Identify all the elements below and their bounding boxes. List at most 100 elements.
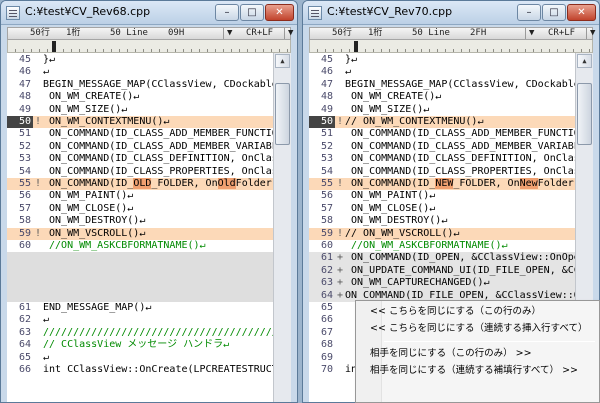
code-line[interactable]: 56 ON_WM_PAINT()↵ — [7, 190, 273, 202]
code-line[interactable]: 60 //ON_WM_ASKCBFORMATNAME()↵ — [7, 240, 273, 252]
code-line[interactable]: 49 ON_WM_SIZE()↵ — [309, 104, 575, 116]
status-eol[interactable]: CR+LF — [548, 28, 575, 39]
code-line[interactable]: 65 ↵ — [7, 352, 273, 364]
code-line[interactable]: 52 ON_COMMAND(ID_CLASS_ADD_MEMBER_VARIAB… — [7, 141, 273, 153]
eol-dropdown-icon[interactable]: ▼ — [586, 28, 595, 39]
maximize-button[interactable]: □ — [240, 4, 264, 21]
code-line[interactable]: 51 ON_COMMAND(ID_CLASS_ADD_MEMBER_FUNCTI… — [7, 128, 273, 140]
minimize-button[interactable]: – — [517, 4, 541, 21]
line-number: 45 — [320, 54, 333, 65]
code-line[interactable]: 50! ON_WM_CONTEXTMENU()↵ — [7, 116, 273, 129]
line-number: 48 — [18, 91, 31, 103]
code-line[interactable] — [7, 289, 273, 302]
right-status-bar: 50行 1桁 50 Line 2FH ▼ CR+LF ▼ — [309, 27, 595, 40]
line-number: 64 — [320, 289, 333, 301]
line-number: 69 — [320, 351, 333, 363]
minimize-button[interactable]: – — [215, 4, 239, 21]
code-text: Folder)↵ — [235, 178, 273, 189]
code-line[interactable]: 46 ↵ — [7, 66, 273, 78]
line-number: 62 — [18, 314, 31, 326]
code-line[interactable]: 50!// ON_WM_CONTEXTMENU()↵ — [309, 116, 575, 129]
ruler-cursor — [52, 41, 56, 52]
code-line[interactable]: 62 ↵ — [7, 314, 273, 326]
code-line[interactable]: 59! ON_WM_VSCROLL()↵ — [7, 227, 273, 240]
line-number: 45 — [18, 54, 31, 65]
code-text: _FOLDER, On — [151, 178, 218, 189]
code-line[interactable]: 48 ON_WM_CREATE()↵ — [7, 91, 273, 103]
code-line[interactable]: 62 + ON_UPDATE_COMMAND_UI(ID_FILE_OPEN, &… — [309, 264, 575, 278]
code-text: ON_WM_PAINT()↵ — [345, 190, 436, 202]
code-line[interactable] — [7, 264, 273, 278]
code-line[interactable] — [7, 277, 273, 290]
diff-marker: ! — [34, 227, 42, 239]
eol-dropdown-icon[interactable]: ▼ — [284, 28, 293, 39]
code-line[interactable]: 51 ON_COMMAND(ID_CLASS_ADD_MEMBER_FUNCTI… — [309, 128, 575, 140]
code-line[interactable]: 59!// ON_WM_VSCROLL()↵ — [309, 227, 575, 240]
code-line[interactable]: 61 + ON_COMMAND(ID_OPEN, &CClassView::OnO… — [309, 252, 575, 265]
eol-dropdown-arrow[interactable]: ▼ — [525, 28, 534, 39]
menu-item-copy-left-block[interactable]: << こちらを同じにする（連続する挿入行すべて） — [370, 320, 597, 337]
eol-dropdown-arrow[interactable]: ▼ — [223, 28, 232, 39]
code-text: ON_COMMAND(ID_FILE_OPEN, &CClassView::On… — [345, 289, 575, 301]
code-line[interactable]: 47 BEGIN_MESSAGE_MAP(CClassView, CDockabl… — [7, 79, 273, 91]
maximize-button[interactable]: □ — [542, 4, 566, 21]
line-number: 55 — [18, 178, 31, 189]
code-line[interactable]: 58 ON_WM_DESTROY()↵ — [309, 215, 575, 227]
line-number: 58 — [320, 215, 333, 227]
code-line[interactable]: 53 ON_COMMAND(ID_CLASS_DEFINITION, OnCla… — [7, 153, 273, 165]
line-number: 61 — [320, 252, 333, 264]
code-text: ON_COMMAND(ID_CLASS_DEFINITION, OnClassD… — [49, 153, 273, 165]
changed-token: New — [519, 178, 538, 189]
code-text: _FOLDER, On — [453, 178, 520, 189]
code-line[interactable]: 45}↵ — [7, 54, 273, 66]
code-line[interactable]: 55! ON_COMMAND(ID_OLD_FOLDER, OnOldFolde… — [7, 178, 273, 191]
code-line[interactable]: 54 ON_COMMAND(ID_CLASS_PROPERTIES, OnCla… — [309, 166, 575, 178]
diff-marker: + — [336, 252, 344, 264]
code-line[interactable]: 52 ON_COMMAND(ID_CLASS_ADD_MEMBER_VARIAB… — [309, 141, 575, 153]
scroll-thumb[interactable] — [577, 83, 592, 145]
scroll-up-arrow-icon[interactable]: ▲ — [275, 54, 290, 68]
diff-marker: + — [336, 264, 344, 276]
code-line[interactable]: 53 ON_COMMAND(ID_CLASS_DEFINITION, OnCla… — [309, 153, 575, 165]
left-status-bar: 50行 1桁 50 Line 09H ▼ CR+LF ▼ — [7, 27, 293, 40]
scroll-up-arrow-icon[interactable]: ▲ — [577, 54, 592, 68]
code-line[interactable]: 57 ON_WM_CLOSE()↵ — [309, 203, 575, 215]
left-titlebar[interactable]: C:¥test¥CV_Rev68.cpp – □ ✕ — [1, 1, 297, 25]
line-number: 59 — [320, 227, 333, 239]
code-line[interactable]: 66 int CClassView::OnCreate(LPCREATESTRUC… — [7, 364, 273, 376]
code-line[interactable]: 48 ON_WM_CREATE()↵ — [309, 91, 575, 103]
code-line[interactable]: 58 ON_WM_DESTROY()↵ — [7, 215, 273, 227]
scroll-thumb[interactable] — [275, 83, 290, 145]
code-line[interactable]: 60 //ON_WM_ASKCBFORMATNAME()↵ — [309, 240, 575, 252]
code-line[interactable]: 64 // CClassView メッセージ ハンドラ↵ — [7, 339, 273, 351]
code-line[interactable]: 57 ON_WM_CLOSE()↵ — [7, 203, 273, 215]
code-line[interactable]: 56 ON_WM_PAINT()↵ — [309, 190, 575, 202]
close-button[interactable]: ✕ — [265, 4, 294, 21]
menu-item-copy-left-line[interactable]: << こちらを同じにする（この行のみ） — [370, 303, 597, 320]
code-line[interactable]: 61 END_MESSAGE_MAP()↵ — [7, 302, 273, 314]
left-code-editor[interactable]: 66 int CClassView::OnCreate(LPCREATESTRUC… — [7, 53, 291, 402]
menu-item-copy-right-block[interactable]: 相手を同じにする（連続する補填行すべて） >> — [370, 362, 597, 379]
code-line[interactable]: 47 BEGIN_MESSAGE_MAP(CClassView, CDockabl… — [309, 79, 575, 91]
right-titlebar[interactable]: C:¥test¥CV_Rev70.cpp – □ ✕ — [303, 1, 599, 25]
line-number: 65 — [18, 351, 31, 363]
document-icon — [308, 6, 322, 20]
left-editor-window: C:¥test¥CV_Rev68.cpp – □ ✕ 50行 1桁 50 Lin… — [0, 0, 298, 403]
code-line[interactable]: 46 ↵ — [309, 66, 575, 78]
code-line[interactable]: 49 ON_WM_SIZE()↵ — [7, 104, 273, 116]
status-eol[interactable]: CR+LF — [246, 28, 273, 39]
left-vertical-scrollbar[interactable]: ▲ — [273, 53, 291, 402]
line-number: 50 — [309, 116, 335, 129]
code-line[interactable]: 63 + ON_WM_CAPTURECHANGED()↵ — [309, 277, 575, 290]
code-text: ON_COMMAND(ID_OPEN, &CClassView::OnOpen)… — [345, 252, 575, 264]
code-line[interactable]: 45}↵ — [309, 54, 575, 66]
code-line[interactable]: 55! ON_COMMAND(ID_NEW_FOLDER, OnNewFolde… — [309, 178, 575, 191]
code-text: ON_COMMAND(ID_CLASS_ADD_MEMBER_VARIABLE,… — [49, 140, 273, 152]
code-line[interactable] — [7, 252, 273, 265]
line-number: 68 — [320, 339, 333, 351]
diff-marker: ! — [336, 178, 344, 189]
code-line[interactable]: 63 //////////////////////////////////////… — [7, 327, 273, 339]
close-button[interactable]: ✕ — [567, 4, 596, 21]
menu-item-copy-right-line[interactable]: 相手を同じにする（この行のみ） >> — [370, 345, 597, 362]
code-line[interactable]: 54 ON_COMMAND(ID_CLASS_PROPERTIES, OnCla… — [7, 166, 273, 178]
